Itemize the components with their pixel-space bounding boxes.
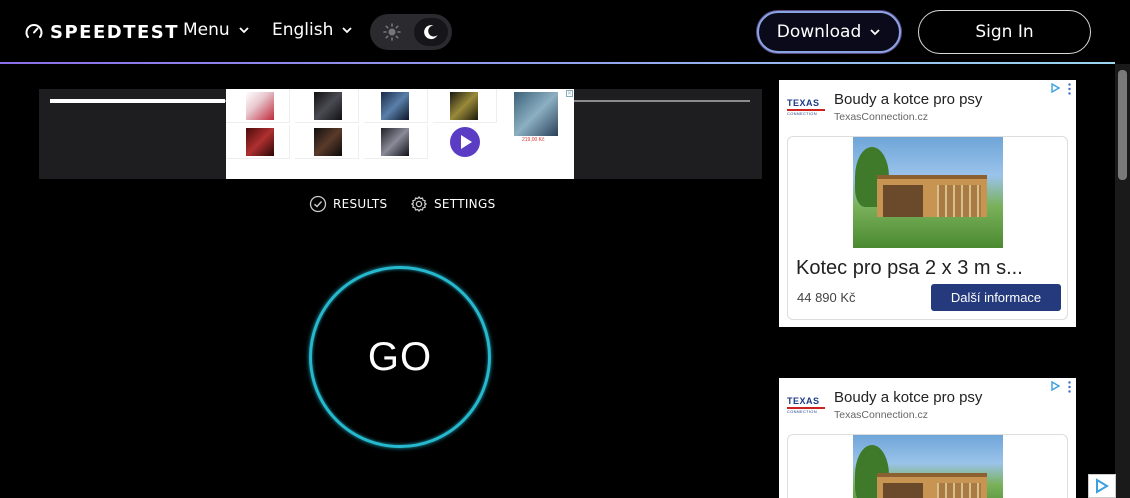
chevron-down-icon bbox=[239, 27, 249, 34]
ad-headline[interactable]: Kotec pro psa 2 x 3 m s... bbox=[796, 257, 1023, 280]
ad-progress-fill bbox=[50, 99, 225, 103]
menu-label: Menu bbox=[183, 20, 230, 40]
go-button[interactable]: GO bbox=[309, 266, 491, 448]
ad-product-image bbox=[853, 435, 1003, 498]
ad-card[interactable]: Kotec pro psa 2 x 3 m s... 44 890 Kč Dal… bbox=[787, 136, 1068, 320]
ad-cta-button[interactable]: Další informace bbox=[931, 284, 1061, 311]
logo-text: SPEEDTEST bbox=[50, 21, 180, 43]
ad-title[interactable]: Boudy a kotce pro psy bbox=[834, 389, 982, 406]
product-thumbnail bbox=[450, 92, 478, 120]
chevron-down-icon bbox=[342, 27, 353, 34]
side-ad[interactable]: TEXAS CONNECTION Boudy a kotce pro psy T… bbox=[779, 80, 1076, 327]
play-icon[interactable] bbox=[450, 127, 480, 157]
dark-mode-option[interactable] bbox=[414, 18, 448, 46]
ad-product-tile[interactable] bbox=[433, 89, 497, 123]
ad-product-tile[interactable] bbox=[364, 89, 428, 123]
advertiser-logo: TEXAS CONNECTION bbox=[787, 396, 825, 414]
site-header: SPEEDTEST Menu English Download Sign In bbox=[0, 0, 1130, 64]
ad-domain[interactable]: TexasConnection.cz bbox=[834, 409, 928, 421]
download-button[interactable]: Download bbox=[757, 11, 901, 53]
advertiser-logo-line2: CONNECTION bbox=[787, 111, 817, 116]
ad-price: 44 890 Kč bbox=[797, 290, 856, 305]
product-thumbnail bbox=[246, 92, 274, 120]
page-scrollbar[interactable] bbox=[1115, 64, 1130, 498]
adchoices-icon[interactable] bbox=[1050, 381, 1060, 391]
product-thumbnail bbox=[381, 128, 409, 156]
ad-product-tile[interactable] bbox=[295, 89, 359, 123]
ad-title[interactable]: Boudy a kotce pro psy bbox=[834, 91, 982, 108]
chevron-down-icon bbox=[870, 29, 880, 36]
menu-dropdown[interactable]: Menu bbox=[183, 20, 250, 40]
advertiser-logo-line1: TEXAS bbox=[787, 98, 820, 108]
sun-icon[interactable] bbox=[382, 22, 402, 42]
ad-card[interactable] bbox=[787, 434, 1068, 498]
results-link[interactable]: RESULTS bbox=[309, 195, 387, 213]
scrollbar-thumb[interactable] bbox=[1118, 70, 1127, 180]
advertiser-logo-line2: CONNECTION bbox=[787, 409, 817, 414]
top-banner-ad[interactable]: × 219,00 Kč bbox=[226, 89, 574, 179]
speedometer-icon bbox=[25, 24, 43, 38]
language-dropdown[interactable]: English bbox=[272, 20, 353, 40]
header-divider bbox=[0, 62, 1115, 64]
adchoices-icon[interactable] bbox=[1050, 83, 1060, 93]
ad-domain[interactable]: TexasConnection.cz bbox=[834, 111, 928, 123]
sign-in-label: Sign In bbox=[975, 22, 1034, 42]
ad-product-tile[interactable] bbox=[226, 89, 290, 123]
settings-link[interactable]: SETTINGS bbox=[410, 195, 495, 213]
results-label: RESULTS bbox=[333, 197, 388, 211]
ad-close-icon[interactable]: × bbox=[566, 90, 573, 97]
download-label: Download bbox=[776, 22, 862, 42]
product-thumbnail bbox=[246, 128, 274, 156]
ad-product-tile[interactable] bbox=[364, 125, 428, 159]
sign-in-button[interactable]: Sign In bbox=[918, 10, 1091, 54]
product-thumbnail bbox=[314, 128, 342, 156]
ad-product-tile[interactable] bbox=[295, 125, 359, 159]
go-label: GO bbox=[367, 334, 433, 379]
product-thumbnail bbox=[381, 92, 409, 120]
ad-product-tile[interactable] bbox=[226, 125, 290, 159]
kebab-icon[interactable] bbox=[1068, 381, 1071, 393]
language-label: English bbox=[272, 20, 334, 40]
advertiser-logo: TEXAS CONNECTION bbox=[787, 98, 825, 116]
speedtest-logo[interactable]: SPEEDTEST bbox=[24, 20, 179, 44]
featured-product-price: 219,00 Kč bbox=[522, 137, 545, 143]
side-ad[interactable]: TEXAS CONNECTION Boudy a kotce pro psy T… bbox=[779, 378, 1076, 498]
ad-product-image bbox=[853, 137, 1003, 248]
kebab-icon[interactable] bbox=[1068, 83, 1071, 95]
checkmark-circle-icon bbox=[309, 195, 327, 213]
theme-toggle[interactable] bbox=[370, 14, 452, 50]
gear-icon bbox=[411, 196, 427, 212]
moon-icon bbox=[424, 25, 438, 40]
adchoices-badge[interactable] bbox=[1088, 474, 1116, 498]
adchoices-icon bbox=[1096, 478, 1109, 494]
advertiser-logo-line1: TEXAS bbox=[787, 396, 820, 406]
featured-product-image[interactable] bbox=[514, 92, 558, 136]
settings-label: SETTINGS bbox=[434, 197, 496, 211]
product-thumbnail bbox=[314, 92, 342, 120]
